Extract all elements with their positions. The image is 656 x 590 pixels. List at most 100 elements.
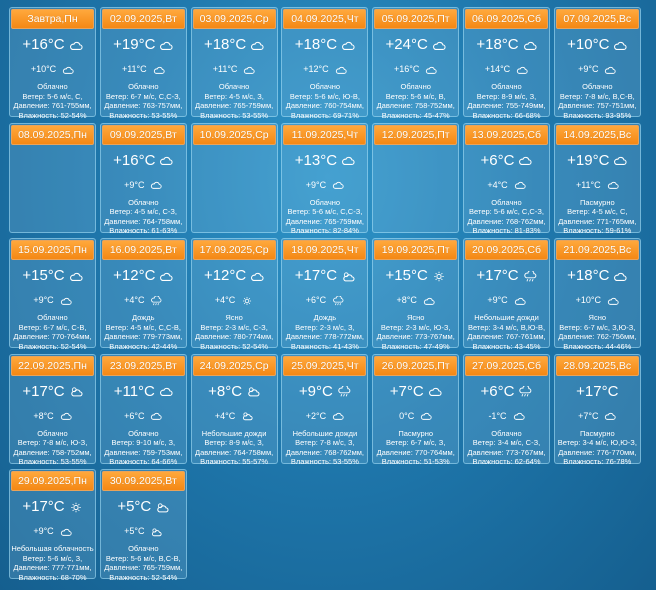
day-date-header[interactable]: 15.09.2025,Пн (11, 240, 94, 260)
day-card[interactable]: 24.09.2025,Ср +8°C +4°C Небольшие дожди Вете… (190, 353, 278, 466)
day-date-header[interactable]: 03.09.2025,Ср (192, 9, 276, 29)
day-card[interactable]: 03.09.2025,Ср +18°C +11°C Облачно Ветер: 4-5… (190, 7, 278, 120)
day-card[interactable]: 17.09.2025,Ср +12°C +4°C Ясно Ветер: 2-3 м/с… (190, 238, 278, 351)
humidity-info: Влажность: 93-95% (563, 110, 632, 120)
day-date-header[interactable]: 02.09.2025,Вт (101, 9, 185, 29)
day-temperature-row: +12°C (101, 268, 186, 284)
wind-info: Ветер: 2-3 м/с, З, (295, 322, 355, 332)
day-card[interactable]: 23.09.2025,Вт +11°C +6°C Облачно Ветер: 9-10… (99, 353, 187, 466)
weather-details: Пасмурно Ветер: 4-5 м/с, С, Давление: 771-… (555, 198, 640, 236)
day-date-header[interactable]: 13.09.2025,Сб (465, 124, 548, 145)
day-date-header[interactable]: Завтра,Пн (11, 9, 94, 29)
day-date-header[interactable]: 10.09.2025,Ср (192, 124, 276, 145)
day-card[interactable]: 12.09.2025,Пт (372, 122, 460, 233)
day-card[interactable]: 22.09.2025,Пн +17°C +8°C Облачно Ветер: 7-8 … (9, 353, 96, 466)
day-date-header[interactable]: 18.09.2025,Чт (283, 240, 367, 260)
day-date-header[interactable]: 09.09.2025,Вт (101, 124, 185, 145)
day-date-header[interactable]: 28.09.2025,Вс (555, 355, 639, 376)
day-weather-body: +16°C +10°C Облачно Ветер: 5-6 м/с, С, Давле… (10, 30, 95, 120)
day-card[interactable]: 06.09.2025,Сб +18°C +14°C Облачно Ветер: 8-9… (463, 7, 550, 120)
weather-details: Облачно Ветер: 8-9 м/с, З, Давление: 755-7… (464, 82, 549, 120)
wind-info: Ветер: 5-6 м/с, Ю-В, (289, 91, 360, 101)
cloud-icon (432, 40, 446, 51)
cloud-icon (332, 411, 344, 421)
night-temperature: +9°C (305, 179, 327, 190)
day-date-header[interactable]: 26.09.2025,Пт (374, 355, 458, 376)
cloud-icon (335, 65, 347, 75)
weather-condition: Пасмурно (398, 428, 434, 438)
day-date-header[interactable]: 17.09.2025,Ср (192, 240, 276, 260)
day-date-header[interactable]: 19.09.2025,Пт (374, 240, 458, 260)
night-temperature-row: +9°C (555, 64, 640, 75)
day-card[interactable]: Завтра,Пн +16°C +10°C Облачно Ветер: 5-6 м/с… (9, 7, 96, 120)
weather-condition: Облачно (218, 82, 250, 91)
day-date-header[interactable]: 27.09.2025,Сб (465, 355, 548, 376)
day-card[interactable]: 27.09.2025,Сб +6°C -1°C Облачно Ветер: 3-4 м… (463, 353, 550, 466)
day-temperature: +13°C (294, 151, 338, 169)
day-date-header[interactable]: 07.09.2025,Вс (555, 9, 639, 29)
day-card[interactable]: 08.09.2025,Пн (9, 122, 96, 233)
day-date-header[interactable]: 24.09.2025,Ср (192, 355, 276, 376)
night-temperature: +9°C (578, 64, 599, 74)
day-date-header[interactable]: 06.09.2025,Сб (465, 9, 548, 29)
day-temperature-row: +18°C (282, 37, 367, 53)
humidity-info: Влажность: 76-78% (563, 457, 632, 467)
humidity-info: Влажность: 51-53% (381, 457, 450, 467)
day-card[interactable]: 02.09.2025,Вт +19°C +11°C Облачно Ветер: 6-7… (99, 7, 187, 120)
wind-info: Ветер: 4-5 м/с, С,С-В, (105, 322, 181, 332)
day-date-header[interactable]: 05.09.2025,Пт (374, 9, 458, 29)
cloud-icon (514, 296, 526, 306)
day-date-header[interactable]: 04.09.2025,Чт (283, 9, 367, 29)
day-card[interactable]: 15.09.2025,Пн +15°C +9°C Облачно Ветер: 6-7 … (9, 238, 96, 351)
day-card[interactable]: 25.09.2025,Чт +9°C +2°C Небольшие дожди Вете… (281, 353, 369, 466)
day-card[interactable]: 16.09.2025,Вт +12°C +4°C Дождь Ветер: 4-5 м/… (99, 238, 187, 351)
day-card[interactable]: 30.09.2025,Вт +5°C +5°C Облачно Ветер: 5-6 м… (99, 469, 187, 582)
day-card[interactable]: 29.09.2025,Пн +17°C +9°C Небольшая облачнос… (9, 469, 96, 582)
pressure-info: Давление: 755-749мм, (467, 101, 546, 111)
day-date-header[interactable]: 08.09.2025,Пн (11, 124, 94, 145)
day-temperature-row: +8°C (192, 383, 277, 400)
day-date-header[interactable]: 23.09.2025,Вт (101, 355, 185, 376)
pressure-info: Давление: 764-758мм, (104, 216, 183, 226)
day-date-header[interactable]: 29.09.2025,Пн (11, 471, 94, 491)
day-date-header[interactable]: 12.09.2025,Пт (374, 124, 458, 145)
day-date-header[interactable]: 16.09.2025,Вт (101, 240, 185, 260)
day-card[interactable]: 11.09.2025,Чт +13°C +9°C Облачно Ветер: 5-6 … (281, 122, 369, 235)
day-card[interactable]: 14.09.2025,Вс +19°C +11°C Пасмурно Ветер: 4-… (553, 122, 641, 236)
day-weather-body: +16°C +9°C Облачно Ветер: 4-5 м/с, С-З, Давл… (101, 146, 186, 235)
day-card[interactable]: 18.09.2025,Чт +17°C +6°C Дождь Ветер: 2-3 м/… (281, 238, 369, 351)
day-temperature-row: +16°C (101, 152, 186, 169)
day-card[interactable]: 21.09.2025,Вс +18°C +10°C Ясно Ветер: 6-7 м/… (553, 238, 641, 351)
day-date-header[interactable]: 20.09.2025,Сб (465, 240, 548, 260)
pressure-info: Давление: 759-753мм, (104, 447, 183, 457)
day-date-header[interactable]: 25.09.2025,Чт (283, 355, 367, 376)
day-weather-body: +15°C +8°C Ясно Ветер: 2-3 м/с, Ю-З, Давлени… (373, 261, 458, 351)
day-card[interactable]: 26.09.2025,Пт +7°C 0°C Пасмурно Ветер: 6-7 м… (372, 353, 460, 467)
night-temperature: -1°C (488, 410, 507, 421)
day-card[interactable]: 04.09.2025,Чт +18°C +12°C Облачно Ветер: 5-6… (281, 7, 369, 120)
day-card[interactable]: 19.09.2025,Пт +15°C +8°C Ясно Ветер: 2-3 м/с… (372, 238, 460, 351)
day-card[interactable]: 09.09.2025,Вт +16°C +9°C Облачно Ветер: 4-5 … (99, 122, 187, 235)
weather-condition: Облачно (37, 82, 68, 91)
day-date-header[interactable]: 21.09.2025,Вс (555, 240, 639, 260)
wind-info: Ветер: 3-4 м/с, Ю,Ю-З, (557, 438, 637, 448)
day-card[interactable]: 13.09.2025,Сб +6°C +4°C Облачно Ветер: 5-6 м… (463, 122, 550, 235)
day-card[interactable]: 28.09.2025,Вс +17°C +7°C Пасмурно Ветер: 3-4… (553, 353, 641, 467)
day-temperature-row: +5°C (101, 499, 186, 515)
day-date-header[interactable]: 14.09.2025,Вс (555, 124, 639, 145)
pressure-info: Давление: 767-761мм, (467, 332, 546, 342)
day-temperature-row: +12°C (192, 268, 277, 284)
day-weather-body: +19°C +11°C Облачно Ветер: 6-7 м/с, С,С-З, Д… (101, 30, 186, 120)
humidity-info: Влажность: 52-54% (200, 341, 269, 351)
day-date-header[interactable]: 11.09.2025,Чт (283, 124, 367, 145)
night-temperature-row: +11°C (192, 64, 277, 75)
day-temperature: +17°C (294, 267, 338, 285)
day-card[interactable]: 05.09.2025,Пт +24°C +16°C Облачно Ветер: 5-6… (372, 7, 460, 120)
day-card[interactable]: 10.09.2025,Ср (190, 122, 278, 233)
day-temperature: +6°C (480, 382, 515, 400)
day-card[interactable]: 20.09.2025,Сб +17°C +9°C Небольшие дожди Вет… (463, 238, 550, 351)
day-date-header[interactable]: 30.09.2025,Вт (101, 471, 185, 491)
day-card[interactable]: 07.09.2025,Вс +10°C +9°C Облачно Ветер: 7-8 … (553, 7, 641, 120)
weather-details: Дождь Ветер: 4-5 м/с, С,С-В, Давление: 779… (101, 313, 186, 351)
day-date-header[interactable]: 22.09.2025,Пн (11, 355, 94, 376)
